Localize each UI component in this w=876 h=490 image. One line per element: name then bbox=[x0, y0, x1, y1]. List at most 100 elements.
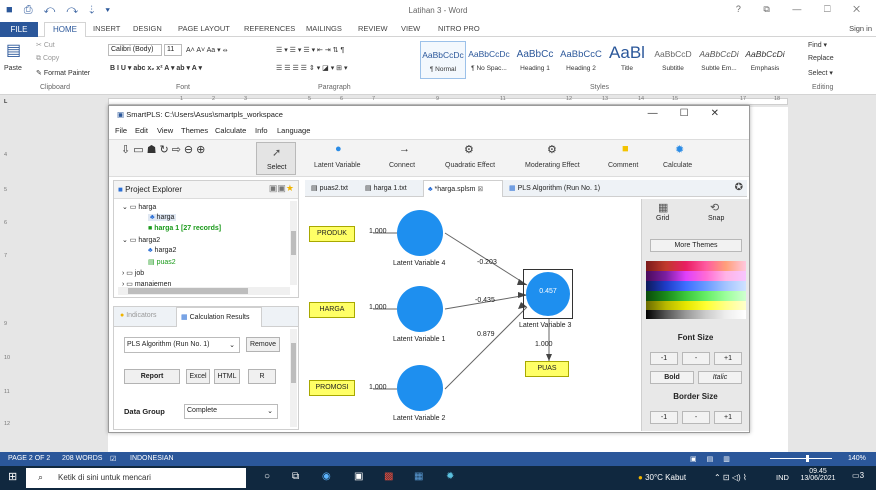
tray-icons[interactable]: ⌃ ⊡ ◁) ⌇ bbox=[714, 473, 747, 482]
task-view-icon[interactable]: ⧉ bbox=[292, 471, 299, 482]
menu-calculate[interactable]: Calculate bbox=[215, 126, 246, 135]
tree-item-harga-model[interactable]: ♣ harga bbox=[148, 214, 177, 221]
paste-icon[interactable]: ▤ bbox=[6, 40, 21, 60]
gift-icon[interactable]: ▩ bbox=[384, 471, 393, 482]
page-count[interactable]: PAGE 2 OF 2 bbox=[8, 455, 50, 462]
word-app-icon[interactable]: ▦ bbox=[414, 471, 423, 482]
editor-tab-pls-algorithm[interactable]: ▦ PLS Algorithm (Run No. 1) bbox=[509, 184, 600, 192]
font-size-minus[interactable]: -1 bbox=[650, 352, 678, 365]
style-heading2[interactable]: AaBbCcC Heading 2 bbox=[558, 41, 604, 79]
color-swatch-grid[interactable] bbox=[646, 261, 746, 319]
grid-toggle[interactable]: Grid bbox=[656, 215, 669, 222]
tab-design[interactable]: DESIGN bbox=[133, 24, 162, 33]
file-tools-icons[interactable]: ⇩▭☗↻⇨⊖⊕ bbox=[121, 143, 208, 156]
tab-file[interactable]: FILE bbox=[0, 22, 38, 37]
editor-tab-harga1[interactable]: ▤ harga 1.txt bbox=[365, 184, 407, 192]
proofing-icon[interactable]: ☑ bbox=[110, 455, 116, 463]
tab-mailings[interactable]: MAILINGS bbox=[306, 24, 342, 33]
smartpls-window-controls[interactable]: —☐✕ bbox=[648, 108, 741, 119]
find-button[interactable]: Find ▾ bbox=[808, 41, 827, 49]
editor-tab-harga-model[interactable]: ♣ *harga.splsm ⊠ bbox=[423, 180, 503, 197]
latent-variable-1[interactable] bbox=[397, 286, 443, 332]
store-icon[interactable]: ▣ bbox=[354, 471, 363, 482]
language-status[interactable]: INDONESIAN bbox=[130, 455, 174, 462]
model-canvas[interactable]: PRODUK HARGA PROMOSI PUAS 1.000 1.000 1.… bbox=[305, 197, 639, 431]
zoom-slider-thumb[interactable] bbox=[806, 455, 809, 462]
swatch-row[interactable] bbox=[646, 310, 746, 319]
cortana-icon[interactable]: ○ bbox=[264, 471, 270, 482]
edge-icon[interactable]: ◉ bbox=[322, 471, 331, 482]
calculate-button[interactable]: Calculate bbox=[663, 162, 692, 169]
zoom-slider[interactable] bbox=[770, 455, 832, 462]
tree-item-harga[interactable]: ⌄ ▭ harga bbox=[122, 203, 156, 211]
font-format-row[interactable]: B I U ▾ abc x₂ x² A ▾ ab ▾ A ▾ bbox=[110, 64, 202, 72]
connect-button[interactable]: Connect bbox=[389, 162, 415, 169]
calculate-icon[interactable]: ✹ bbox=[675, 143, 684, 156]
style-subtle-emphasis[interactable]: AaBbCcDi Subtle Em... bbox=[696, 41, 742, 79]
bold-button[interactable]: Bold bbox=[650, 371, 694, 384]
input-language[interactable]: IND bbox=[776, 473, 789, 482]
window-controls[interactable]: ? ⧉ — ☐ ✕ bbox=[736, 4, 870, 15]
paste-button[interactable]: Paste bbox=[4, 65, 22, 72]
data-group-select[interactable]: Complete ⌄ bbox=[184, 404, 278, 419]
paragraph-row1[interactable]: ☰ ▾ ☰ ▾ ☰ ▾ ⇤ ⇥ ⇅ ¶ bbox=[276, 46, 344, 54]
moderating-effect-icon[interactable]: ⚙ bbox=[547, 143, 557, 156]
style-heading1[interactable]: AaBbCc Heading 1 bbox=[512, 41, 558, 79]
html-button[interactable]: HTML bbox=[214, 369, 240, 384]
font-size-reset[interactable]: - bbox=[682, 352, 710, 365]
explorer-vscrollbar[interactable] bbox=[290, 201, 297, 285]
paragraph-row2[interactable]: ☰ ☰ ☰ ☰ ⇕ ▾ ◪ ▾ ⊞ ▾ bbox=[276, 64, 348, 72]
tab-references[interactable]: REFERENCES bbox=[244, 24, 295, 33]
latent-variable-icon[interactable]: ● bbox=[335, 143, 342, 155]
grid-icon[interactable]: ▦ bbox=[658, 201, 668, 214]
menu-themes[interactable]: Themes bbox=[181, 126, 208, 135]
scroll-thumb[interactable] bbox=[291, 343, 296, 383]
connect-icon[interactable]: → bbox=[399, 143, 410, 155]
tree-item-harga-data[interactable]: ■ harga 1 [27 records] bbox=[148, 225, 221, 232]
copy-button[interactable]: ⧉ Copy bbox=[36, 55, 59, 63]
scroll-thumb[interactable] bbox=[128, 288, 248, 294]
tree-item-manajemen[interactable]: › ▭ manajemen bbox=[122, 280, 171, 286]
report-button[interactable]: Report bbox=[124, 369, 180, 384]
swatch-row[interactable] bbox=[646, 281, 746, 291]
close-icon[interactable]: ⊠ bbox=[477, 186, 483, 193]
tree-item-harga2-model[interactable]: ♣ harga2 bbox=[148, 247, 176, 254]
tab-indicators[interactable]: ● Indicators bbox=[120, 312, 157, 319]
border-size-minus[interactable]: -1 bbox=[650, 411, 678, 424]
notification-button[interactable]: ▭3 bbox=[852, 471, 864, 480]
smartpls-app-icon[interactable]: ✹ bbox=[446, 471, 454, 482]
view-buttons[interactable]: ▣▤▥ bbox=[690, 455, 740, 463]
swatch-row[interactable] bbox=[646, 271, 746, 281]
algorithm-select[interactable]: PLS Algorithm (Run No. 1) ⌄ bbox=[124, 337, 240, 353]
r-button[interactable]: R bbox=[248, 369, 276, 384]
excel-button[interactable]: Excel bbox=[186, 369, 210, 384]
sign-in-link[interactable]: Sign in bbox=[849, 24, 872, 33]
border-size-plus[interactable]: +1 bbox=[714, 411, 742, 424]
indicator-harga[interactable]: HARGA bbox=[309, 302, 355, 318]
menu-edit[interactable]: Edit bbox=[135, 126, 148, 135]
clock[interactable]: 09.45 13/06/2021 bbox=[800, 468, 836, 482]
quadratic-effect-button[interactable]: Quadratic Effect bbox=[445, 162, 495, 169]
vertical-ruler[interactable]: L 4 5 6 7 9 10 11 12 bbox=[0, 99, 14, 452]
weather-widget[interactable]: ● 30°C Kabut bbox=[638, 473, 686, 482]
explorer-actions[interactable]: ▣▣★ bbox=[269, 183, 294, 194]
style-title[interactable]: AaBl Title bbox=[604, 41, 650, 79]
latent-variable-button[interactable]: Latent Variable bbox=[314, 162, 361, 169]
indicator-promosi[interactable]: PROMOSI bbox=[309, 380, 355, 396]
style-emphasis[interactable]: AaBbCcDi Emphasis bbox=[742, 41, 788, 79]
tab-page-layout[interactable]: PAGE LAYOUT bbox=[178, 24, 230, 33]
select-button[interactable]: Select ▾ bbox=[808, 69, 833, 77]
tab-home[interactable]: HOME bbox=[44, 22, 86, 37]
scroll-thumb[interactable] bbox=[291, 231, 296, 255]
tab-insert[interactable]: INSERT bbox=[93, 24, 120, 33]
more-themes-button[interactable]: More Themes bbox=[650, 239, 742, 252]
comment-icon[interactable]: ■ bbox=[622, 143, 629, 155]
word-count[interactable]: 208 WORDS bbox=[62, 455, 102, 462]
results-scrollbar[interactable] bbox=[290, 329, 297, 427]
menu-info[interactable]: Info bbox=[255, 126, 268, 135]
border-size-reset[interactable]: - bbox=[682, 411, 710, 424]
select-tool-button[interactable]: ➚ Select bbox=[256, 142, 296, 175]
snap-icon[interactable]: ⟲ bbox=[710, 201, 719, 214]
palette-toggle-icon[interactable]: ✪ bbox=[735, 182, 743, 193]
moderating-effect-button[interactable]: Moderating Effect bbox=[525, 162, 580, 169]
